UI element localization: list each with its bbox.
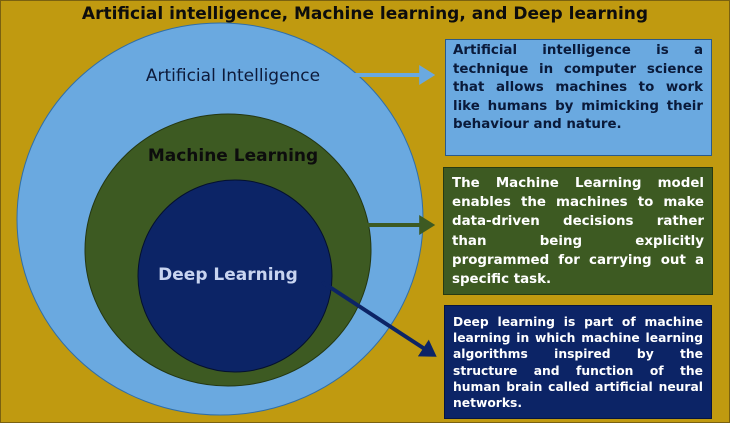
ai-description-box: Artificial intelligence is a technique i… [445,39,712,156]
dl-description-box: Deep learning is part of machine learnin… [444,305,712,419]
dl-label: Deep Learning [158,265,298,285]
ml-label: Machine Learning [148,146,318,166]
ai-label: Artificial Intelligence [146,66,320,86]
ml-description-box: The Machine Learning model enables the m… [443,167,713,295]
